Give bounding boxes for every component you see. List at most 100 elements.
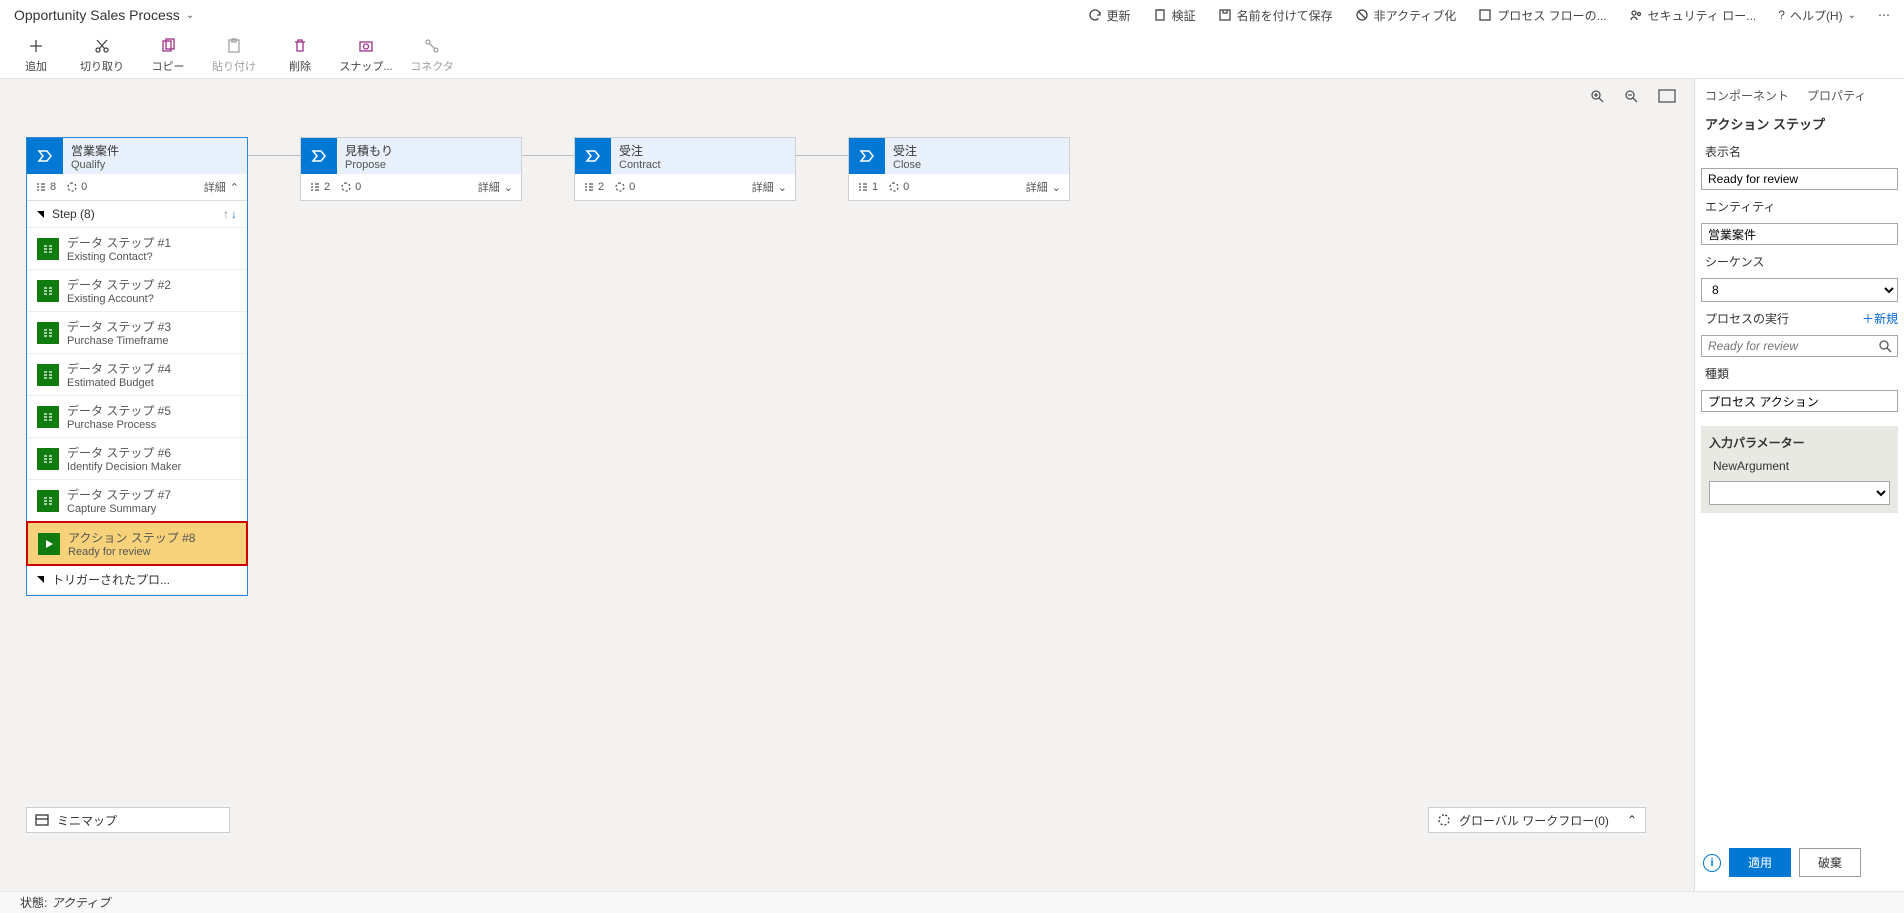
fit-screen-button[interactable]	[1658, 89, 1676, 105]
paste-icon	[226, 38, 242, 54]
action-step-item[interactable]: アクション ステップ #8Ready for review	[26, 521, 248, 566]
triangle-down-icon	[37, 211, 44, 218]
entity-label: エンティティ	[1701, 198, 1898, 215]
discard-button[interactable]: 破棄	[1799, 848, 1861, 877]
parameter-value-select[interactable]	[1709, 481, 1890, 505]
stage-detail-toggle[interactable]: 詳細⌄	[1026, 179, 1061, 195]
chevron-up-icon: ⌃	[1627, 813, 1637, 827]
parameter-name: NewArgument	[1709, 459, 1890, 473]
form-icon	[37, 490, 59, 512]
cycle-icon	[66, 181, 78, 193]
connector-button: コネクタ	[410, 36, 454, 74]
display-name-input[interactable]	[1701, 168, 1898, 190]
paste-button: 貼り付け	[212, 36, 256, 74]
stage-icon	[27, 138, 63, 174]
display-name-label: 表示名	[1701, 143, 1898, 160]
copy-button[interactable]: コピー	[146, 36, 190, 74]
deactivate-button[interactable]: 非アクティブ化	[1355, 7, 1457, 24]
process-title[interactable]: Opportunity Sales Process ⌄	[14, 7, 194, 23]
entity-input[interactable]	[1701, 223, 1898, 245]
play-icon	[38, 533, 60, 555]
data-step-item[interactable]: データ ステップ #5Purchase Process	[27, 396, 247, 438]
trash-icon	[292, 38, 308, 54]
step-count: 8	[35, 181, 56, 193]
data-step-item[interactable]: データ ステップ #4Estimated Budget	[27, 354, 247, 396]
flow-icon	[1478, 8, 1492, 22]
zoom-in-button[interactable]	[1590, 89, 1606, 105]
save-as-button[interactable]: 名前を付けて保存	[1218, 7, 1333, 24]
people-icon	[1629, 8, 1643, 22]
run-process-label: プロセスの実行	[1701, 310, 1793, 327]
snapshot-button[interactable]: スナップ...	[344, 36, 388, 74]
process-flow-button[interactable]: プロセス フローの...	[1478, 7, 1606, 24]
deactivate-icon	[1355, 8, 1369, 22]
title-bar: Opportunity Sales Process ⌄ 更新 検証 名前を付けて…	[0, 0, 1904, 30]
step-section-header[interactable]: Step (8) ↑↓	[27, 201, 247, 228]
sequence-label: シーケンス	[1701, 253, 1898, 270]
designer-canvas[interactable]: 営業案件Qualify 8 0 詳細⌃ Step (8) ↑↓ データ ステッ	[0, 79, 1694, 891]
stage-connector	[522, 155, 574, 156]
minimap-toggle[interactable]: ミニマップ	[26, 807, 230, 833]
clipboard-icon	[1153, 8, 1167, 22]
minimap-icon	[35, 814, 49, 826]
stage-icon	[575, 138, 611, 174]
run-process-search[interactable]	[1701, 335, 1898, 357]
data-step-item[interactable]: データ ステップ #2Existing Account?	[27, 270, 247, 312]
question-icon: ?	[1778, 8, 1785, 22]
form-icon	[37, 280, 59, 302]
tab-properties[interactable]: プロパティ	[1807, 87, 1866, 104]
search-icon[interactable]	[1878, 339, 1892, 353]
validate-button[interactable]: 検証	[1153, 7, 1196, 24]
apply-button[interactable]: 適用	[1729, 848, 1791, 877]
stage-contract[interactable]: 受注Contract 2 0 詳細⌄	[574, 137, 796, 201]
refresh-icon	[1088, 8, 1102, 22]
input-parameters-section: 入力パラメーター NewArgument	[1701, 426, 1898, 513]
data-step-item[interactable]: データ ステップ #7Capture Summary	[27, 480, 247, 522]
chevron-down-icon: ⌄	[1848, 10, 1856, 21]
status-bar: 状態: アクティブ	[0, 891, 1904, 913]
ellipsis-icon: ⋯	[1878, 8, 1890, 22]
chevron-down-icon: ⌄	[186, 10, 194, 21]
copy-icon	[160, 38, 176, 54]
save-as-icon	[1218, 8, 1232, 22]
data-step-item[interactable]: データ ステップ #1Existing Contact?	[27, 228, 247, 270]
form-icon	[37, 448, 59, 470]
stage-detail-toggle[interactable]: 詳細⌄	[752, 179, 787, 195]
zoom-in-icon	[1590, 89, 1606, 105]
refresh-button[interactable]: 更新	[1088, 7, 1131, 24]
arrow-up-icon[interactable]: ↑	[223, 207, 229, 221]
workflow-count: 0	[66, 181, 87, 193]
stage-connector	[796, 155, 848, 156]
info-icon[interactable]: i	[1703, 854, 1721, 872]
new-process-link[interactable]: ＋新規	[1862, 310, 1898, 327]
sequence-select[interactable]: 8	[1701, 278, 1898, 302]
list-icon	[35, 181, 47, 193]
cut-button[interactable]: 切り取り	[80, 36, 124, 74]
stage-propose[interactable]: 見積もりPropose 2 0 詳細⌄	[300, 137, 522, 201]
help-button[interactable]: ? ヘルプ(H) ⌄	[1778, 7, 1856, 24]
panel-title: アクション ステップ	[1701, 112, 1898, 135]
global-workflow-toggle[interactable]: グローバル ワークフロー(0) ⌃	[1428, 807, 1646, 833]
zoom-out-button[interactable]	[1624, 89, 1640, 105]
data-step-item[interactable]: データ ステップ #3Purchase Timeframe	[27, 312, 247, 354]
add-button[interactable]: 追加	[14, 36, 58, 74]
form-icon	[37, 364, 59, 386]
chevron-down-icon: ⌄	[1052, 181, 1061, 194]
stage-detail-toggle[interactable]: 詳細⌄	[478, 179, 513, 195]
tab-components[interactable]: コンポーネント	[1705, 87, 1789, 104]
arrow-down-icon[interactable]: ↓	[231, 207, 237, 221]
type-input[interactable]	[1701, 390, 1898, 412]
stage-detail-toggle[interactable]: 詳細⌃	[204, 179, 239, 195]
zoom-out-icon	[1624, 89, 1640, 105]
form-icon	[37, 322, 59, 344]
chevron-down-icon: ⌄	[504, 181, 513, 194]
more-button[interactable]: ⋯	[1878, 8, 1890, 22]
stage-qualify[interactable]: 営業案件Qualify 8 0 詳細⌃ Step (8) ↑↓ データ ステッ	[26, 137, 248, 596]
stage-close[interactable]: 受注Close 1 0 詳細⌄	[848, 137, 1070, 201]
connector-icon	[424, 38, 440, 54]
delete-button[interactable]: 削除	[278, 36, 322, 74]
process-title-text: Opportunity Sales Process	[14, 7, 180, 23]
triggered-section-header[interactable]: トリガーされたプロ...	[27, 565, 247, 595]
data-step-item[interactable]: データ ステップ #6Identify Decision Maker	[27, 438, 247, 480]
security-roles-button[interactable]: セキュリティ ロー...	[1629, 7, 1757, 24]
